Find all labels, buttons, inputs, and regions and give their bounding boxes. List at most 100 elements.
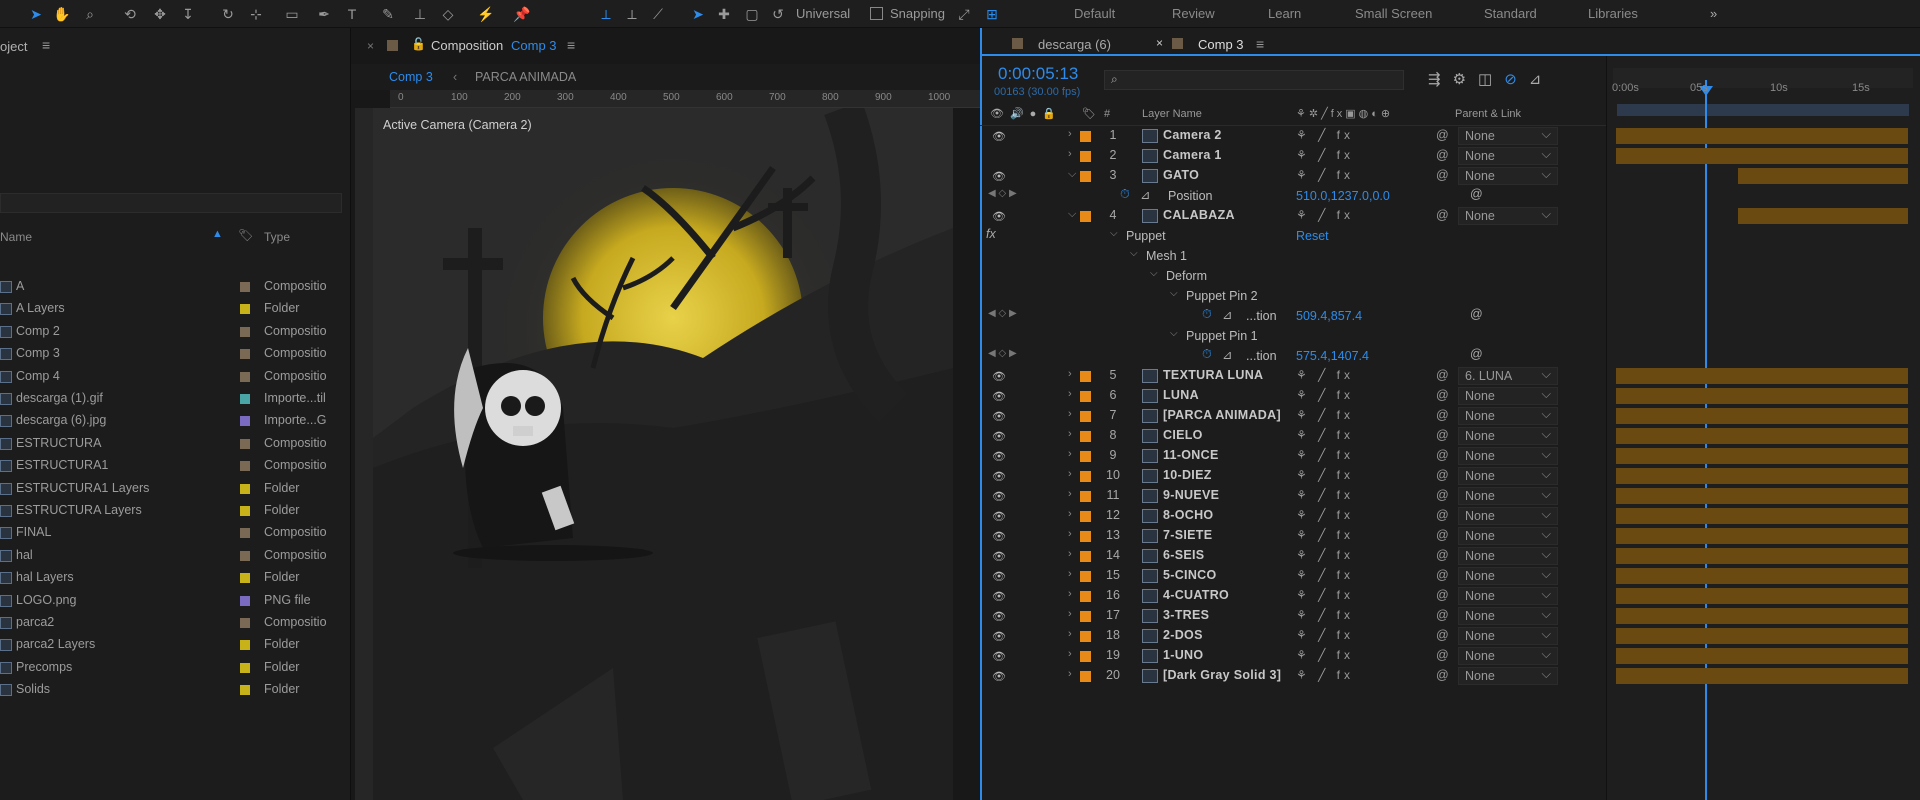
expand-icon[interactable]: › xyxy=(1068,428,1072,440)
current-timecode[interactable]: 0:00:05:13 xyxy=(998,64,1078,84)
project-item[interactable]: descarga (1).gif Importe...til xyxy=(0,388,350,410)
tab-comp3[interactable]: Comp 3 xyxy=(1198,37,1244,52)
anchor-tool-icon[interactable]: ⊹ xyxy=(246,4,266,24)
project-item[interactable]: Comp 4 Compositio xyxy=(0,366,350,388)
breadcrumb-comp[interactable]: Comp 3 xyxy=(389,70,433,84)
parent-dropdown[interactable]: None xyxy=(1458,506,1558,525)
label-column-icon[interactable]: 🏷 xyxy=(238,228,253,242)
project-item[interactable]: Precomps Folder xyxy=(0,657,350,679)
label-color[interactable] xyxy=(240,618,250,628)
layer-switches[interactable]: ⚘ ╱ fx xyxy=(1296,568,1354,582)
layer-duration-bar[interactable] xyxy=(1616,428,1908,444)
project-item[interactable]: Solids Folder xyxy=(0,679,350,701)
pickwhip-icon[interactable]: @ xyxy=(1436,668,1449,682)
expand-icon[interactable]: › xyxy=(1068,508,1072,520)
pickwhip-icon[interactable]: @ xyxy=(1436,128,1449,142)
label-color[interactable] xyxy=(240,550,250,561)
label-color[interactable] xyxy=(1080,131,1091,142)
layer-switches[interactable]: ⚘ ╱ fx xyxy=(1296,588,1354,602)
pickwhip-icon[interactable]: @ xyxy=(1436,548,1449,562)
eye-icon[interactable]: 👁 xyxy=(992,530,1006,543)
layer-name[interactable]: 11-ONCE xyxy=(1163,448,1219,462)
project-item[interactable]: parca2 Compositio xyxy=(0,612,350,634)
expand-icon[interactable]: ⌵ xyxy=(1170,288,1178,299)
layer-duration-bar[interactable] xyxy=(1616,388,1908,404)
label-color[interactable] xyxy=(240,304,250,315)
expand-icon[interactable]: › xyxy=(1068,148,1072,160)
eye-icon[interactable]: 👁 xyxy=(992,410,1006,423)
layer-switches[interactable]: ⚘ ╱ fx xyxy=(1296,528,1354,542)
parent-dropdown[interactable]: None xyxy=(1458,486,1558,505)
layer-duration-bar[interactable] xyxy=(1616,448,1908,464)
label-color[interactable] xyxy=(240,416,250,427)
layer-duration-bar[interactable] xyxy=(1616,548,1908,564)
layer-duration-bar[interactable] xyxy=(1616,588,1908,604)
pen-tool-icon[interactable]: ✒ xyxy=(314,4,334,24)
project-item[interactable]: parca2 Layers Folder xyxy=(0,634,350,656)
layer-switches[interactable]: ⚘ ╱ fx xyxy=(1296,548,1354,562)
position-value[interactable]: 510.0,1237.0,0.0 xyxy=(1296,189,1390,203)
label-color[interactable] xyxy=(240,528,250,539)
breadcrumb-parca[interactable]: PARCA ANIMADA xyxy=(475,70,576,84)
keyframe-nav-icon[interactable]: ◀ ◇ ▶ xyxy=(988,348,1017,359)
workspace-small-screen[interactable]: Small Screen xyxy=(1355,6,1432,21)
hand-tool-icon[interactable]: ✋ xyxy=(52,4,72,24)
project-item[interactable]: FINAL Compositio xyxy=(0,522,350,544)
label-color[interactable] xyxy=(1080,651,1091,662)
expand-icon[interactable]: › xyxy=(1068,388,1072,400)
close-tab-icon[interactable]: × xyxy=(1156,36,1163,50)
eye-icon[interactable]: 👁 xyxy=(992,130,1006,143)
pickwhip-icon[interactable]: @ xyxy=(1436,388,1449,402)
eye-icon[interactable]: 👁 xyxy=(992,610,1006,623)
graph-icon[interactable]: ⊿ xyxy=(1140,187,1150,202)
layer-name[interactable]: 1-UNO xyxy=(1163,648,1203,662)
layer-duration-bar[interactable] xyxy=(1616,148,1908,164)
timeline-search-input[interactable]: ⌕ xyxy=(1104,70,1404,90)
snap-options-icon[interactable]: ⤢ xyxy=(954,4,974,24)
layer-duration-bar[interactable] xyxy=(1616,668,1908,684)
label-color[interactable] xyxy=(1080,551,1091,562)
layer-duration-bar[interactable] xyxy=(1616,508,1908,524)
layer-name[interactable]: 10-DIEZ xyxy=(1163,468,1212,482)
parent-dropdown[interactable]: None xyxy=(1458,166,1558,185)
label-color[interactable] xyxy=(240,461,250,472)
eye-off-icon[interactable] xyxy=(992,150,1006,162)
layer-switches[interactable]: ⚘ ╱ fx xyxy=(1296,668,1354,682)
eye-icon[interactable]: 👁 xyxy=(992,450,1006,463)
pickwhip-icon[interactable]: @ xyxy=(1436,568,1449,582)
reset-link[interactable]: Reset xyxy=(1296,229,1329,243)
expand-icon[interactable]: ⌵ xyxy=(1170,328,1178,339)
label-color[interactable] xyxy=(1080,491,1091,502)
snapping-checkbox[interactable] xyxy=(870,7,883,20)
rotation-tool-icon[interactable]: ↻ xyxy=(218,4,238,24)
layer-row[interactable]: 👁 › 14 6-SEIS ⚘ ╱ fx @ None xyxy=(980,546,1908,566)
eye-icon[interactable]: 👁 xyxy=(992,490,1006,503)
work-area-bar[interactable] xyxy=(1617,104,1909,116)
view-axis-icon[interactable]: ⟋ xyxy=(648,4,668,24)
comp-flow-icon[interactable]: ⇶ xyxy=(1428,71,1453,88)
pin2-value[interactable]: 509.4,857.4 xyxy=(1296,309,1362,323)
project-item[interactable]: LOGO.png PNG file xyxy=(0,590,350,612)
label-color[interactable] xyxy=(240,326,250,337)
layer-row[interactable]: 👁 › 18 2-DOS ⚘ ╱ fx @ None xyxy=(980,626,1908,646)
expand-icon[interactable]: ⌵ xyxy=(1130,248,1138,259)
layer-duration-bar[interactable] xyxy=(1616,128,1908,144)
draft-3d-icon[interactable]: ⚙ xyxy=(1453,71,1478,88)
comp-tab-name[interactable]: Comp 3 xyxy=(511,38,557,53)
label-color[interactable] xyxy=(1080,431,1091,442)
lock-icon[interactable]: 🔓 xyxy=(411,37,426,51)
layer-switches[interactable]: ⚘ ╱ fx xyxy=(1296,388,1354,402)
project-item[interactable]: hal Layers Folder xyxy=(0,567,350,589)
workspace-learn[interactable]: Learn xyxy=(1268,6,1301,21)
workspace-standard[interactable]: Standard xyxy=(1484,6,1537,21)
parent-dropdown[interactable]: None xyxy=(1458,546,1558,565)
rectangle-tool-icon[interactable]: ▭ xyxy=(282,4,302,24)
expand-icon[interactable]: ⌵ xyxy=(1150,268,1158,279)
timeline-menu-icon[interactable]: ≡ xyxy=(1256,36,1264,52)
layer-name[interactable]: 5-CINCO xyxy=(1163,568,1217,582)
layer-duration-bar[interactable] xyxy=(1738,168,1908,184)
label-color[interactable] xyxy=(1080,611,1091,622)
label-color[interactable] xyxy=(240,371,250,382)
local-axis-icon[interactable]: ⟂ xyxy=(596,4,616,24)
brush-tool-icon[interactable]: ✎ xyxy=(378,4,398,24)
